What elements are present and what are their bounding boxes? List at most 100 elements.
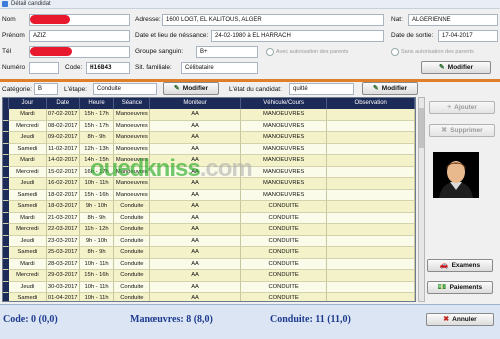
cell-observation bbox=[327, 189, 415, 201]
cell-date: 23-03-2017 bbox=[46, 235, 80, 247]
cell-moniteur: AA bbox=[150, 132, 241, 144]
table-row[interactable]: Samedi 18-02-2017 15h - 16h Manoeuvres AA MAN… bbox=[3, 189, 415, 201]
cell-vehicule: MANOEUVRES bbox=[240, 120, 328, 132]
sanguin-field[interactable]: B+ bbox=[196, 46, 258, 58]
cell-vehicule: CONDUITE bbox=[240, 247, 328, 259]
edit-icon: ✎ bbox=[173, 85, 180, 92]
header-moniteur[interactable]: Moniteur bbox=[150, 98, 241, 109]
nat-field[interactable]: ALGERIENNE bbox=[408, 14, 498, 26]
modifier-etat-label: Modifier bbox=[381, 85, 408, 92]
header-vehicule[interactable]: Véhicule/Cours bbox=[241, 98, 328, 109]
cell-seance: Manoeuvres bbox=[114, 109, 151, 121]
cell-heure: 11h - 12h bbox=[79, 224, 115, 236]
cell-date: 11-02-2017 bbox=[46, 143, 80, 155]
cell-seance: Conduite bbox=[114, 247, 151, 259]
prenom-field[interactable]: AZIZ bbox=[29, 30, 130, 42]
cell-moniteur: AA bbox=[150, 258, 241, 270]
edit-icon: ✎ bbox=[438, 64, 445, 71]
familiale-field[interactable]: Célibataire bbox=[181, 62, 258, 74]
etape-field[interactable]: Conduite bbox=[93, 83, 157, 95]
table-header: Jour Date Heure Séance Moniteur Véhicule… bbox=[3, 98, 415, 109]
avec-autorisation-radio[interactable] bbox=[266, 48, 274, 56]
naissance-field[interactable]: 24-02-1980 à EL HARRACH bbox=[211, 30, 384, 42]
header-seance[interactable]: Séance bbox=[114, 98, 151, 109]
cell-moniteur: AA bbox=[150, 235, 241, 247]
categorie-field[interactable]: B bbox=[34, 83, 58, 95]
modifier-identity-button[interactable]: ✎ Modifier bbox=[421, 61, 491, 74]
header-date[interactable]: Date bbox=[47, 98, 80, 109]
prenom-label: Prénom bbox=[2, 32, 25, 39]
cell-date: 15-02-2017 bbox=[46, 166, 80, 178]
header-heure[interactable]: Heure bbox=[80, 98, 115, 109]
table-row[interactable]: Samedi 18-03-2017 9h - 10h Conduite AA CONDUI… bbox=[3, 201, 415, 213]
table-scrollbar[interactable] bbox=[418, 97, 425, 302]
adresse-field[interactable]: 1600 LOGT, EL KALITOUS, ALGER bbox=[162, 14, 384, 26]
cell-heure: 9h - 10h bbox=[79, 201, 115, 213]
code-field[interactable]: H16B43 bbox=[86, 62, 130, 74]
cell-jour: Mercredi bbox=[8, 120, 47, 132]
cell-jour: Samedi bbox=[8, 143, 47, 155]
table-row[interactable]: Mardi 28-03-2017 10h - 11h Conduite AA CONDUI… bbox=[3, 258, 415, 270]
watermark-suffix: .com bbox=[199, 155, 253, 182]
sortie-field[interactable]: 17-04-2017 bbox=[438, 30, 498, 42]
cell-jour: Samedi bbox=[8, 201, 47, 213]
cell-observation bbox=[327, 258, 415, 270]
modifier-etape-button[interactable]: ✎ Modifier bbox=[163, 82, 219, 95]
cell-heure: 9h - 10h bbox=[79, 235, 115, 247]
table-row[interactable]: Jeudi 23-03-2017 9h - 10h Conduite AA CONDUIT… bbox=[3, 235, 415, 247]
cell-vehicule: CONDUITE bbox=[240, 235, 328, 247]
cell-date: 25-03-2017 bbox=[46, 247, 80, 259]
cell-heure: 10h - 11h bbox=[79, 258, 115, 270]
annuler-button[interactable]: ✖ Annuler bbox=[426, 313, 494, 326]
table-row[interactable]: Mercredi 29-03-2017 15h - 16h Conduite AA CON… bbox=[3, 270, 415, 282]
cell-vehicule: MANOEUVRES bbox=[240, 109, 328, 121]
modifier-etape-label: Modifier bbox=[182, 85, 209, 92]
modifier-identity-label: Modifier bbox=[447, 64, 474, 71]
cell-seance: Conduite bbox=[114, 293, 151, 301]
table-row[interactable]: Mercredi 22-03-2017 11h - 12h Conduite AA CON… bbox=[3, 224, 415, 236]
money-icon: 💵 bbox=[437, 284, 447, 291]
numero-field[interactable] bbox=[29, 62, 59, 74]
sessions-table[interactable]: Jour Date Heure Séance Moniteur Véhicule… bbox=[2, 97, 416, 302]
cell-observation bbox=[327, 109, 415, 121]
scrollbar-thumb[interactable] bbox=[419, 108, 424, 148]
cell-jour: Jeudi bbox=[8, 132, 47, 144]
cell-jour: Mardi bbox=[8, 212, 47, 224]
table-row[interactable]: Mercredi 08-02-2017 15h - 17h Manoeuvres AA M… bbox=[3, 120, 415, 132]
table-row[interactable]: Jeudi 30-03-2017 10h - 11h Conduite AA CONDUI… bbox=[3, 281, 415, 293]
sans-autorisation-radio[interactable] bbox=[391, 48, 399, 56]
etat-label: L'état du candidat: bbox=[229, 86, 282, 93]
sortie-label: Date de sortie: bbox=[391, 32, 434, 39]
cell-moniteur: AA bbox=[150, 120, 241, 132]
numero-label: Numéro bbox=[2, 64, 26, 71]
table-row[interactable]: Mardi 07-02-2017 15h - 17h Manoeuvres AA MANO… bbox=[3, 109, 415, 121]
cell-heure: 8h - 9h bbox=[79, 132, 115, 144]
table-row[interactable]: Samedi 11-02-2017 12h - 13h Manoeuvres AA MAN… bbox=[3, 143, 415, 155]
app-icon bbox=[2, 1, 8, 7]
table-row[interactable]: Samedi 25-03-2017 8h - 9h Conduite AA CONDUIT… bbox=[3, 247, 415, 259]
supprimer-button[interactable]: ✖ Supprimer bbox=[429, 124, 495, 137]
modifier-etat-button[interactable]: ✎ Modifier bbox=[362, 82, 418, 95]
cell-seance: Conduite bbox=[114, 270, 151, 282]
paiements-button[interactable]: 💵 Paiements bbox=[427, 281, 493, 294]
cell-vehicule: CONDUITE bbox=[240, 281, 328, 293]
cell-jour: Samedi bbox=[8, 293, 47, 301]
avatar-icon bbox=[433, 152, 479, 198]
table-row[interactable]: Jeudi 09-02-2017 8h - 9h Manoeuvres AA MANOEU… bbox=[3, 132, 415, 144]
cell-vehicule: CONDUITE bbox=[240, 258, 328, 270]
table-row[interactable]: Mardi 21-03-2017 8h - 9h Conduite AA CONDUITE bbox=[3, 212, 415, 224]
cell-moniteur: AA bbox=[150, 143, 241, 155]
ajouter-button[interactable]: + Ajouter bbox=[429, 101, 495, 114]
cell-date: 30-03-2017 bbox=[46, 281, 80, 293]
examens-button[interactable]: 🚗 Examens bbox=[427, 259, 493, 272]
header-jour[interactable]: Jour bbox=[9, 98, 47, 109]
etat-field[interactable]: quitté bbox=[289, 83, 354, 95]
watermark-logo: ouedkniss.com bbox=[90, 155, 253, 183]
table-row[interactable]: Samedi 01-04-2017 10h - 11h Conduite AA CONDU… bbox=[3, 293, 415, 301]
cell-observation bbox=[327, 155, 415, 167]
naissance-label: Date et lieu de néssance: bbox=[135, 32, 209, 39]
cell-date: 21-03-2017 bbox=[46, 212, 80, 224]
header-observation[interactable]: Observation bbox=[327, 98, 415, 109]
cell-observation bbox=[327, 247, 415, 259]
cell-moniteur: AA bbox=[150, 281, 241, 293]
